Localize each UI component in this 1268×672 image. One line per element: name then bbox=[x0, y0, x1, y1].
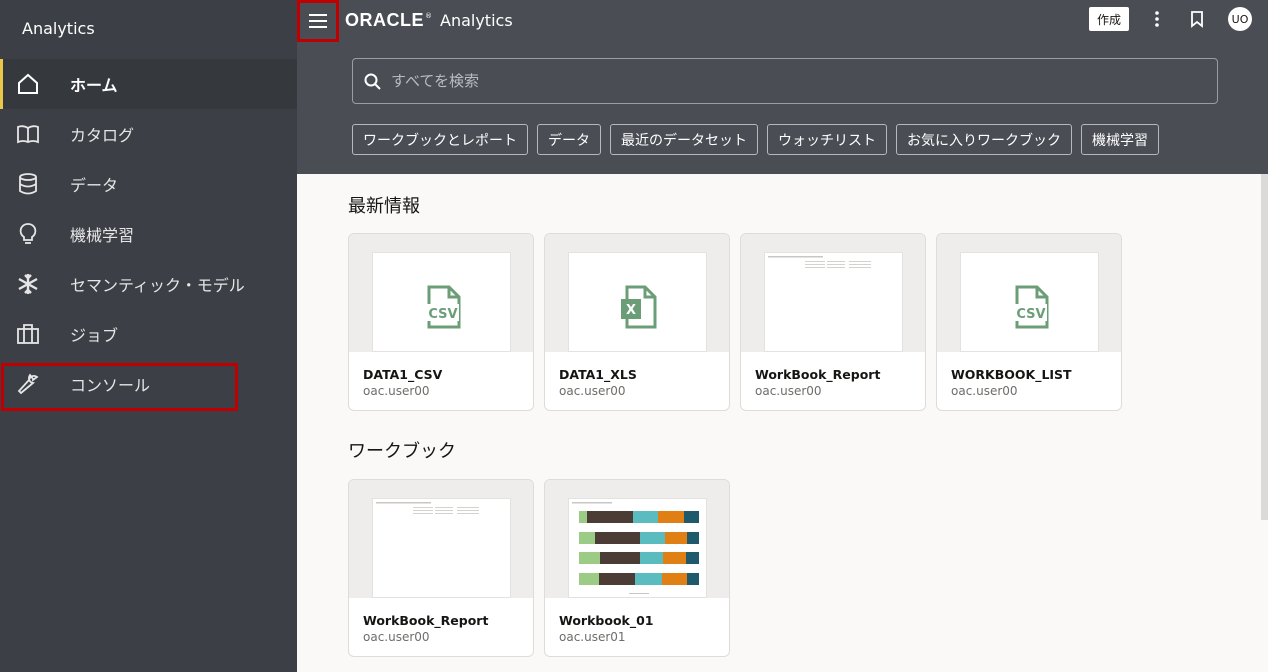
database-icon bbox=[16, 172, 40, 196]
card-name: DATA1_CSV bbox=[363, 367, 443, 382]
card-owner: oac.user00 bbox=[951, 384, 1018, 398]
report-preview bbox=[764, 252, 903, 352]
xls-file-icon: X bbox=[621, 285, 657, 329]
lightbulb-icon bbox=[16, 222, 40, 246]
header: ORACLE ® Analytics 作成 UO ワークブックとレポート データ… bbox=[297, 0, 1268, 174]
bar-chart-preview bbox=[568, 498, 707, 598]
search-input[interactable] bbox=[391, 59, 1191, 103]
report-preview-lines bbox=[376, 502, 479, 514]
sidebar: Analytics ホーム カタログ データ 機械学習 セマンティック・モデル … bbox=[0, 0, 297, 672]
sidebar-item-label: カタログ bbox=[70, 126, 135, 145]
chip-workbooks-reports[interactable]: ワークブックとレポート bbox=[352, 124, 528, 155]
csv-label: CSV bbox=[1016, 307, 1045, 322]
sidebar-item-home[interactable]: ホーム bbox=[0, 59, 297, 109]
card-name: WorkBook_Report bbox=[755, 367, 881, 382]
snowflake-icon bbox=[16, 272, 40, 296]
search-box bbox=[352, 58, 1218, 104]
sidebar-item-label: ジョブ bbox=[70, 326, 119, 345]
sidebar-item-console[interactable]: コンソール bbox=[0, 359, 297, 409]
card-thumbnail: CSV bbox=[349, 234, 533, 352]
chip-favorite-workbooks[interactable]: お気に入りワークブック bbox=[896, 124, 1072, 155]
brand-oracle: ORACLE bbox=[345, 9, 424, 30]
card-workbook-01[interactable]: Workbook_01 oac.user01 bbox=[544, 479, 730, 657]
card-name: Workbook_01 bbox=[559, 613, 654, 628]
sidebar-item-catalog[interactable]: カタログ bbox=[0, 109, 297, 159]
xls-label: X bbox=[626, 303, 636, 318]
card-preview: CSV bbox=[372, 252, 511, 352]
home-icon bbox=[16, 72, 40, 96]
preview-bar-row bbox=[579, 511, 699, 523]
hamburger-icon bbox=[309, 14, 327, 28]
card-workbook-report-2[interactable]: WorkBook_Report oac.user00 bbox=[348, 479, 534, 657]
main-content: 最新情報 CSV DATA1_CSV oac.user00 X DATA1_XL… bbox=[297, 174, 1268, 672]
hamburger-menu-button[interactable] bbox=[297, 0, 339, 42]
sidebar-title: Analytics bbox=[22, 19, 95, 38]
card-owner: oac.user00 bbox=[559, 384, 626, 398]
csv-label: CSV bbox=[428, 307, 457, 322]
card-data1-csv[interactable]: CSV DATA1_CSV oac.user00 bbox=[348, 233, 534, 411]
card-thumbnail bbox=[545, 480, 729, 598]
chip-data[interactable]: データ bbox=[537, 124, 601, 155]
report-preview-lines bbox=[768, 256, 871, 268]
section-title-workbooks: ワークブック bbox=[348, 441, 456, 462]
card-workbook-list[interactable]: CSV WORKBOOK_LIST oac.user00 bbox=[936, 233, 1122, 411]
wrench-icon bbox=[16, 372, 40, 396]
briefcase-icon bbox=[16, 322, 40, 346]
brand-analytics: Analytics bbox=[440, 10, 513, 30]
sidebar-item-label: ホーム bbox=[70, 76, 118, 95]
brand-logo: ORACLE ® Analytics bbox=[345, 9, 513, 31]
card-thumbnail: X bbox=[545, 234, 729, 352]
search-icon bbox=[364, 73, 381, 90]
scrollbar[interactable] bbox=[1261, 174, 1268, 520]
sidebar-item-machine-learning[interactable]: 機械学習 bbox=[0, 209, 297, 259]
sidebar-item-semantic-model[interactable]: セマンティック・モデル bbox=[0, 259, 297, 309]
card-thumbnail bbox=[741, 234, 925, 352]
user-avatar[interactable]: UO bbox=[1228, 7, 1252, 31]
book-icon bbox=[16, 122, 40, 146]
card-workbook-report[interactable]: WorkBook_Report oac.user00 bbox=[740, 233, 926, 411]
sidebar-item-jobs[interactable]: ジョブ bbox=[0, 309, 297, 359]
card-thumbnail bbox=[349, 480, 533, 598]
card-owner: oac.user00 bbox=[363, 630, 430, 644]
card-preview: CSV bbox=[960, 252, 1099, 352]
card-owner: oac.user01 bbox=[559, 630, 626, 644]
create-button[interactable]: 作成 bbox=[1089, 7, 1129, 31]
csv-file-icon: CSV bbox=[1015, 285, 1049, 329]
card-name: WORKBOOK_LIST bbox=[951, 367, 1072, 382]
card-preview: X bbox=[568, 252, 707, 352]
preview-bar-row bbox=[579, 573, 699, 585]
card-owner: oac.user00 bbox=[755, 384, 822, 398]
chip-machine-learning[interactable]: 機械学習 bbox=[1081, 124, 1159, 155]
preview-bar-row bbox=[579, 532, 699, 544]
card-data1-xls[interactable]: X DATA1_XLS oac.user00 bbox=[544, 233, 730, 411]
bar-chart-preview-graphic bbox=[572, 502, 699, 594]
report-preview bbox=[372, 498, 511, 598]
card-name: WorkBook_Report bbox=[363, 613, 489, 628]
csv-file-icon: CSV bbox=[427, 285, 461, 329]
brand-registered-mark: ® bbox=[425, 12, 432, 20]
sidebar-item-label: セマンティック・モデル bbox=[70, 276, 245, 295]
sidebar-nav: ホーム カタログ データ 機械学習 セマンティック・モデル ジョブ コンソール bbox=[0, 59, 297, 409]
more-options-icon[interactable] bbox=[1150, 9, 1164, 29]
sidebar-item-label: コンソール bbox=[70, 376, 151, 395]
sidebar-item-data[interactable]: データ bbox=[0, 159, 297, 209]
sidebar-item-label: データ bbox=[70, 176, 119, 195]
preview-bar-row bbox=[579, 552, 699, 564]
chip-watchlist[interactable]: ウォッチリスト bbox=[767, 124, 887, 155]
filter-chips: ワークブックとレポート データ 最近のデータセット ウォッチリスト お気に入りワ… bbox=[352, 124, 1168, 155]
section-title-recent: 最新情報 bbox=[348, 196, 420, 217]
card-owner: oac.user00 bbox=[363, 384, 430, 398]
chip-recent-datasets[interactable]: 最近のデータセット bbox=[610, 124, 758, 155]
bookmark-icon[interactable] bbox=[1189, 9, 1205, 29]
sidebar-item-label: 機械学習 bbox=[70, 226, 135, 245]
card-name: DATA1_XLS bbox=[559, 367, 637, 382]
card-thumbnail: CSV bbox=[937, 234, 1121, 352]
